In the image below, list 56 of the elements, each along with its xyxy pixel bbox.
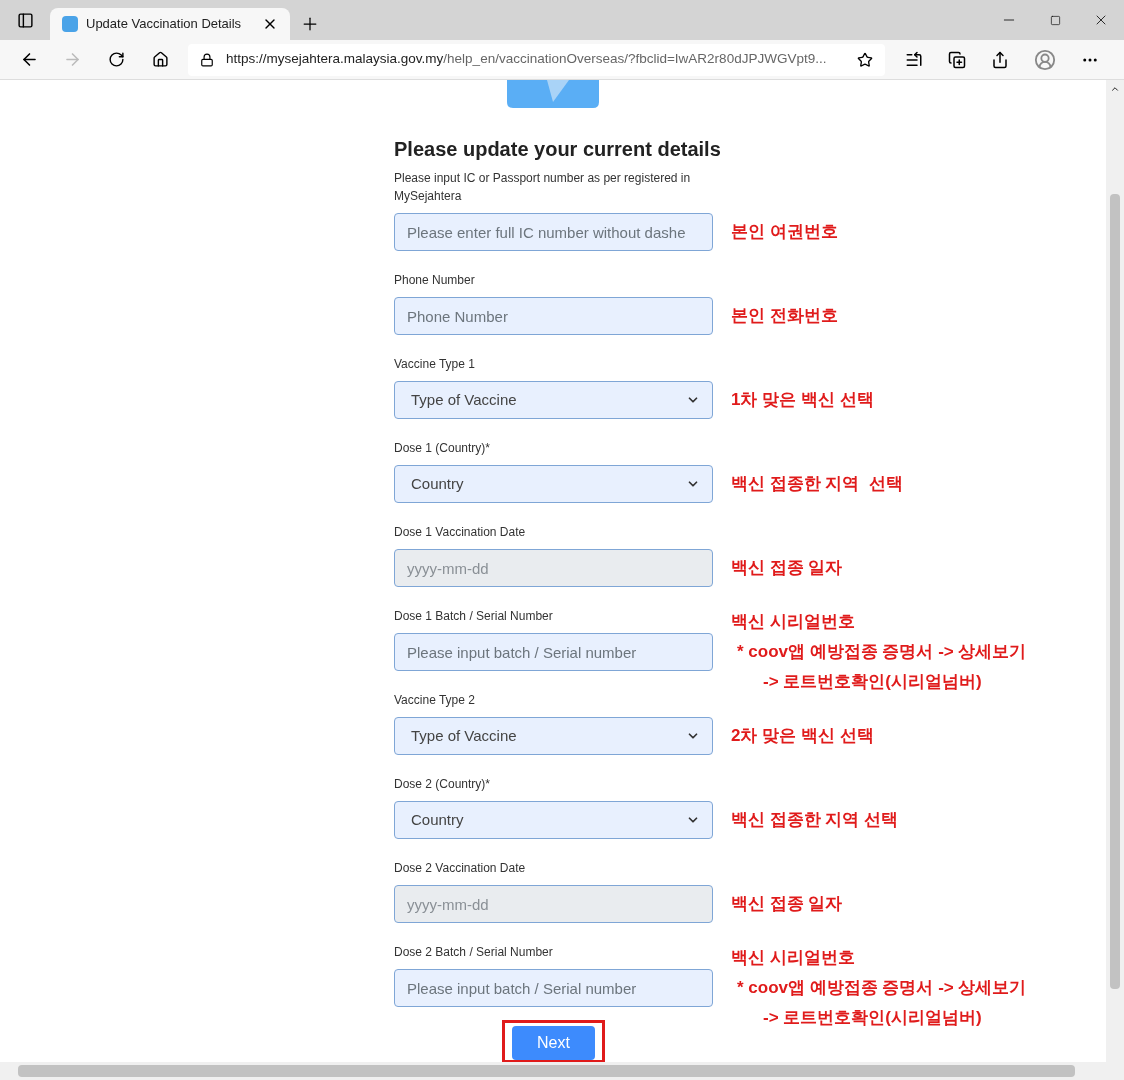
text-field[interactable]: Please input batch / Serial number <box>394 969 713 1007</box>
field-label: Please input IC or Passport number as per registered in MySejahtera <box>394 170 692 205</box>
field-label: Dose 1 Batch / Serial Number <box>394 608 554 625</box>
horizontal-scrollbar[interactable] <box>0 1062 1124 1080</box>
annotation-text: 백신 시리얼번호 <box>731 947 856 969</box>
text-field[interactable]: Please input batch / Serial number <box>394 633 713 671</box>
field-label: Vaccine Type 2 <box>394 692 476 709</box>
date-field[interactable]: yyyy-mm-dd <box>394 885 713 923</box>
scroll-up-icon[interactable] <box>1110 84 1120 94</box>
annotation-text: 백신 접종 일자 <box>731 893 843 915</box>
form-title: Please update your current details <box>394 137 722 161</box>
annotation-text: 백신 접종 일자 <box>731 557 843 579</box>
annotation-text: 백신 접종한 지역 선택 <box>731 473 903 495</box>
field-label: Dose 2 Batch / Serial Number <box>394 944 554 961</box>
field-label: Vaccine Type 1 <box>394 356 476 373</box>
profile-icon[interactable] <box>1034 48 1056 71</box>
annotation-text: 본인 전화번호 <box>731 305 838 327</box>
field-label: Dose 2 (Country)* <box>394 776 492 793</box>
vertical-scrollbar[interactable] <box>1106 80 1124 1062</box>
date-field[interactable]: yyyy-mm-dd <box>394 549 713 587</box>
dropdown-field[interactable]: Country <box>394 801 713 839</box>
lock-icon <box>200 52 214 67</box>
maximize-icon[interactable] <box>1049 14 1061 26</box>
dropdown-field[interactable]: Type of Vaccine <box>394 717 713 755</box>
home-icon[interactable] <box>151 51 169 68</box>
url-text: https://mysejahtera.malaysia.gov.my/help_en/vaccinationOverseas/?fbclid=IwAR2r80dJPJWGVpt9... <box>226 50 828 69</box>
site-favicon <box>62 16 78 32</box>
refresh-icon[interactable] <box>107 51 125 68</box>
tab-title: Update Vaccination Details <box>86 15 243 34</box>
field-label: Dose 1 Vaccination Date <box>394 524 527 541</box>
dropdown-field[interactable]: Type of Vaccine <box>394 381 713 419</box>
scrollbar-thumb[interactable] <box>18 1065 1075 1077</box>
favorites-icon[interactable] <box>905 50 923 69</box>
collections-icon[interactable] <box>948 50 966 69</box>
annotation-text: * coov앱 예방접종 증명서 -> 상세보기 <box>736 641 1027 663</box>
logo-icon <box>507 80 599 108</box>
annotation-text: * coov앱 예방접종 증명서 -> 상세보기 <box>736 977 1027 999</box>
text-field[interactable]: Please enter full IC number without dashe <box>394 213 713 251</box>
share-icon[interactable] <box>991 50 1009 69</box>
field-label: Dose 1 (Country)* <box>394 440 492 457</box>
annotation-text: 백신 접종한 지역 선택 <box>731 809 899 831</box>
annotation-text: 본인 여권번호 <box>731 221 838 243</box>
annotation-text: 1차 맞은 백신 선택 <box>731 389 874 411</box>
annotation-text: -> 로트번호확인(시리얼넘버) <box>762 1007 983 1029</box>
field-label: Phone Number <box>394 272 476 289</box>
field-label: Dose 2 Vaccination Date <box>394 860 527 877</box>
browser-tab[interactable]: Update Vaccination Details <box>50 8 290 40</box>
dropdown-field[interactable]: Country <box>394 465 713 503</box>
annotation-text: 백신 시리얼번호 <box>731 611 856 633</box>
star-icon[interactable] <box>857 51 873 68</box>
annotation-text: 2차 맞은 백신 선택 <box>731 725 874 747</box>
address-bar[interactable]: https://mysejahtera.malaysia.gov.my/help_en/vaccinationOverseas/?fbclid=IwAR2r80dJPJWGVpt9... <box>188 43 885 76</box>
sidebar-icon[interactable] <box>16 11 34 29</box>
scrollbar-thumb[interactable] <box>1110 194 1120 989</box>
annotation-text: -> 로트번호확인(시리얼넘버) <box>762 671 983 693</box>
text-field[interactable]: Phone Number <box>394 297 713 335</box>
